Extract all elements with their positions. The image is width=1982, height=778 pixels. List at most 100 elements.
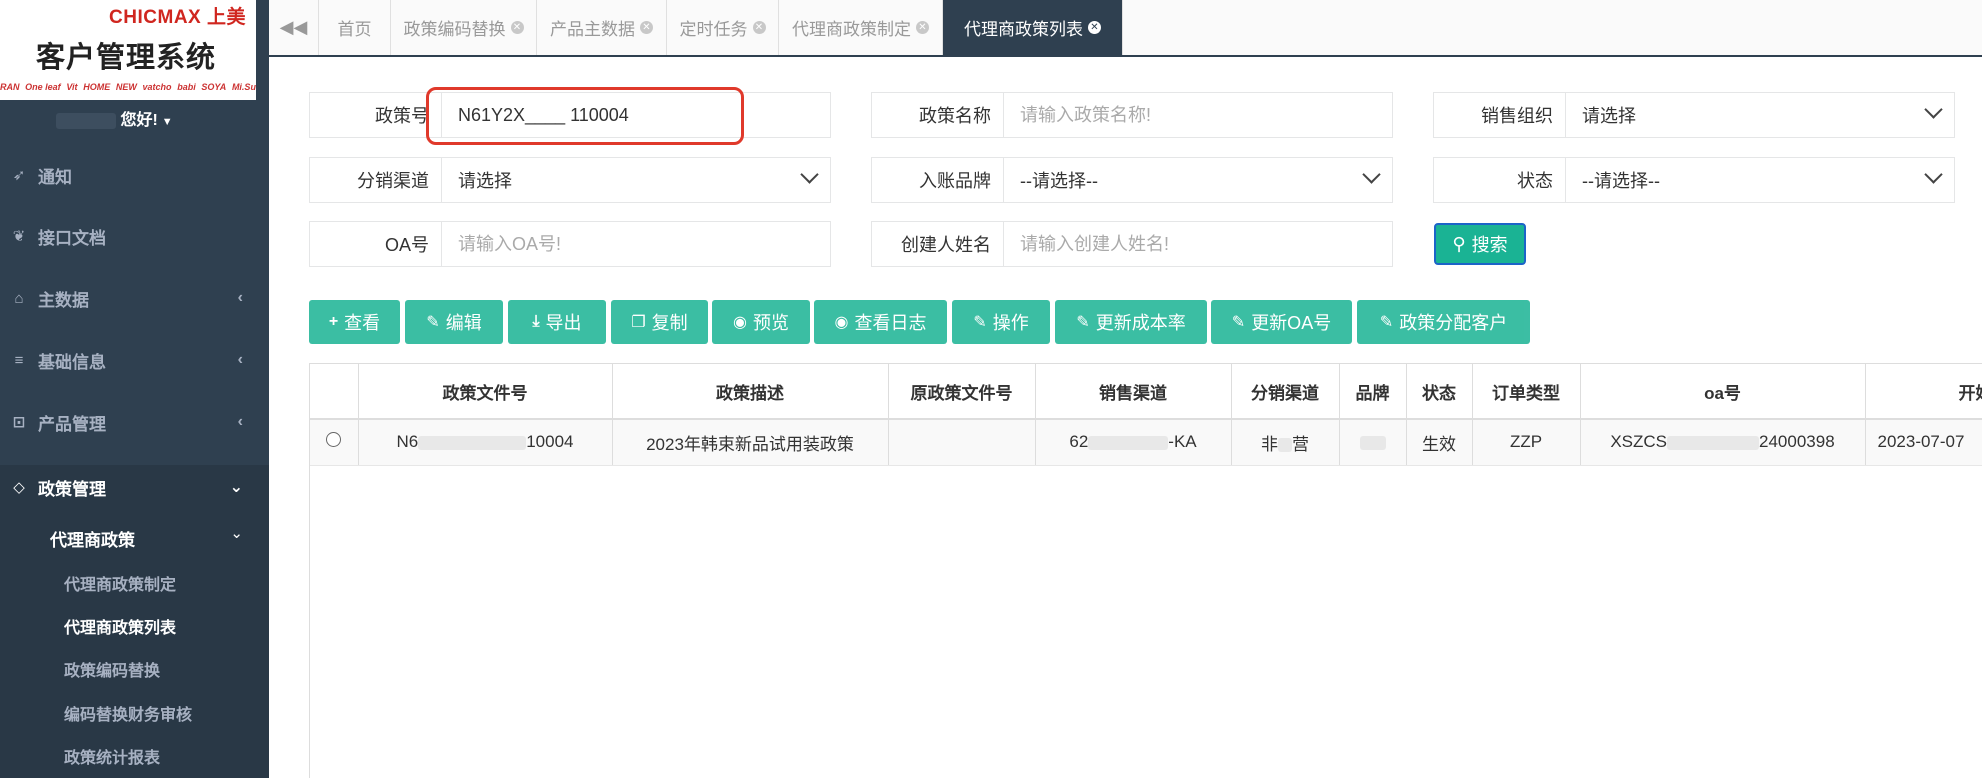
tab-agent-policy-create[interactable]: 代理商政策制定 ✕ [779,0,943,55]
close-icon[interactable]: ✕ [1088,21,1101,34]
copy-button[interactable]: ❐ 复制 [611,300,708,344]
nav-item-label: 政策管理 [38,479,106,499]
tab-agent-policy-list[interactable]: 代理商政策列表 ✕ [943,0,1123,55]
operate-button[interactable]: ✎ 操作 [952,300,1050,344]
eye-icon: ◉ [834,314,849,331]
assign-customers-button[interactable]: ✎ 政策分配客户 [1357,300,1530,344]
chevron-left-icon: ‹ [237,351,243,368]
close-icon[interactable]: ✕ [752,21,766,34]
button-label: 操作 [992,313,1029,333]
greeting-text: 您好! [120,112,158,129]
search-button[interactable]: ⚲ 搜索 [1434,223,1526,265]
column-header[interactable]: 政策描述 [612,364,889,420]
edit-button[interactable]: ✎ 编辑 [405,300,503,344]
dist-channel-select[interactable]: 请选择 [442,158,830,202]
table-cell: ZZP [1472,419,1581,466]
copy-icon: ❐ [631,314,646,331]
creator-input[interactable] [1020,222,1392,266]
field-label: 政策名称 [872,93,1004,137]
cell-text: XSZCS [1610,432,1668,452]
button-label: 搜索 [1471,235,1508,255]
masked-text [1359,435,1386,450]
table-cell [1339,419,1407,466]
row-select-cell[interactable] [310,419,359,466]
column-header[interactable]: 开始时 [1865,364,1982,420]
column-header[interactable]: oa号 [1580,364,1866,420]
policy-name-input[interactable] [1020,93,1392,137]
column-header[interactable]: 原政策文件号 [888,364,1036,420]
user-name-masked [56,112,116,129]
rocket-icon: ➶ [12,167,26,184]
nav-item-label: 接口文档 [38,228,106,248]
nav-item-product-mgmt[interactable]: ⊡ 产品管理 ‹ [0,402,269,442]
tab-label: 政策编码替换 [403,20,506,39]
tab-policy-code-replace[interactable]: 政策编码替换 ✕ [391,0,537,55]
nav-item-label: 产品管理 [38,414,106,434]
sales-org-select[interactable]: 请选择 [1566,93,1954,137]
submenu-agent-policy[interactable]: 代理商政策 [50,526,135,551]
column-header[interactable]: 状态 [1406,364,1473,420]
brand-logo-strip: RAN One leaf Vit HOME NEW vatcho babi SO… [0,82,256,96]
search-icon: ⚲ [1452,233,1466,254]
brand-logo-item: vatcho [142,82,172,92]
nav-item-label: 基础信息 [38,352,106,372]
nav-item-basic-info[interactable]: ≡ 基础信息 ‹ [0,340,269,380]
select-value: --请选择-- [1582,171,1660,191]
brand-logo-item: Mi.Su [231,82,256,92]
radio-button[interactable] [326,432,342,448]
button-label: 复制 [651,313,688,333]
eye-icon: ◉ [733,314,747,331]
submenu-item[interactable]: 编码替换财务审核 [64,701,192,725]
policy-table: 政策文件号 政策描述 原政策文件号 销售渠道 分销渠道 品牌 状态 订单类型 o… [309,363,1982,778]
preview-button[interactable]: ◉ 预览 [712,300,810,344]
column-header[interactable]: 政策文件号 [358,364,613,420]
tab-label: 定时任务 [679,20,748,39]
button-label: 导出 [545,313,582,333]
view-log-button[interactable]: ◉ 查看日志 [814,300,947,344]
submenu-item[interactable]: 政策编码替换 [64,657,160,681]
submenu-item[interactable]: 政策统计报表 [64,744,160,768]
cell-text: 62 [1069,432,1089,452]
table-cell: 非营 [1231,419,1340,466]
column-header[interactable]: 销售渠道 [1035,364,1232,420]
column-header[interactable]: 分销渠道 [1231,364,1340,420]
cell-text: 非 [1261,434,1278,454]
button-label: 政策分配客户 [1399,313,1508,333]
oa-no-input[interactable] [458,222,830,266]
cell-text: 10004 [526,432,574,452]
oa-no-field: OA号 [309,221,831,267]
box-icon: ⊡ [12,414,26,431]
nav-item-notice[interactable]: ➶ 通知 [0,155,269,195]
tab-scheduled-tasks[interactable]: 定时任务 ✕ [667,0,779,55]
brand-select[interactable]: --请选择-- [1004,158,1392,202]
home-icon: ⌂ [14,289,24,307]
nav-item-policy-mgmt[interactable]: ◇ 政策管理 ⌄ [0,465,269,509]
chevron-down-icon [1362,165,1381,184]
submenu-item[interactable]: 代理商政策制定 [64,571,176,595]
masked-text [1278,438,1292,453]
table-row[interactable]: N6 10004 2023年韩束新品试用装政策 62 -KA 非营 生效 ZZP X… [310,419,1982,466]
tab-product-master[interactable]: 产品主数据 ✕ [537,0,667,55]
table-cell: XSZCS 24000398 [1580,419,1866,466]
update-oa-button[interactable]: ✎ 更新OA号 [1211,300,1352,344]
button-label: 预览 [752,313,789,333]
submenu-item-active[interactable]: 代理商政策列表 [64,614,176,638]
nav-item-label: 通知 [38,167,72,187]
status-select[interactable]: --请选择-- [1566,158,1954,202]
close-icon[interactable]: ✕ [640,21,653,34]
nav-item-api-docs[interactable]: ❦ 接口文档 [0,216,269,256]
column-header[interactable]: 订单类型 [1472,364,1581,420]
brand-logo-item: RAN [0,82,20,92]
masked-text [1088,435,1169,450]
scroll-left-icon[interactable]: ◀◀ [269,0,319,55]
user-menu[interactable]: 您好! ▼ [56,106,173,130]
column-header[interactable]: 品牌 [1339,364,1407,420]
close-icon[interactable]: ✕ [916,21,929,34]
update-cost-rate-button[interactable]: ✎ 更新成本率 [1055,300,1207,344]
tab-home[interactable]: 首页 [319,0,391,55]
close-icon[interactable]: ✕ [510,21,524,34]
logo-area: CHICMAX 上美 客户管理系统 RAN One leaf Vit HOME … [0,0,256,100]
export-button[interactable]: ⤓ 导出 [508,300,606,344]
view-button[interactable]: + 查看 [309,300,400,344]
nav-item-master-data[interactable]: ⌂ 主数据 ‹ [0,278,269,318]
